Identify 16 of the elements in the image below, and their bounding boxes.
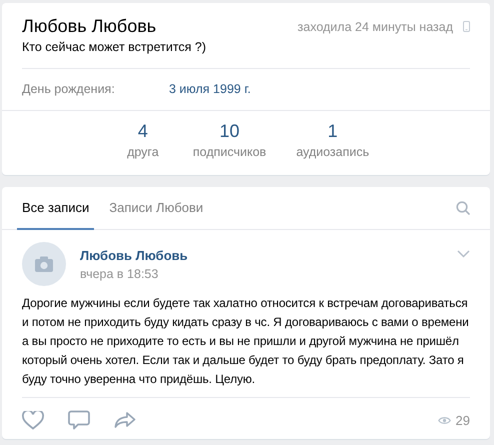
counter-label[interactable]: аудиозапись xyxy=(296,145,370,159)
wall-tab[interactable]: Все записи xyxy=(17,188,94,230)
post-author[interactable]: Любовь Любовь xyxy=(80,248,443,262)
view-count: 29 xyxy=(456,412,470,428)
counter-label[interactable]: друга xyxy=(127,145,159,159)
profile-name: Любовь Любовь xyxy=(22,16,158,37)
info-label: День рождения: xyxy=(22,82,116,96)
counter-number[interactable]: 4 xyxy=(138,121,148,142)
counter-number[interactable]: 1 xyxy=(328,121,338,142)
counter-label[interactable]: подписчиков xyxy=(192,145,266,159)
wall-tab[interactable]: Записи Любови xyxy=(104,188,208,230)
status-text: Кто сейчас может встретится ?) xyxy=(21,39,208,54)
birthday-link[interactable]: 3 июля 1999 г. xyxy=(169,82,251,96)
counter-number[interactable]: 10 xyxy=(220,121,240,142)
post-text: Дорогие мужчины если будете так халатно относится к встречам договариваться и потом не приходить буду кидать сразу в чс. Я договариваюсь с вами о времени а вы просто не приходите то есть и вы не пришли и другой мужчина не пришёл который очень хотел. Если так и дальше будет то буду брать предоплату. Зато я буду точно уверенна что придёшь. Целую. xyxy=(22,295,470,388)
last-seen: заходила 24 минуты назад xyxy=(298,20,453,34)
